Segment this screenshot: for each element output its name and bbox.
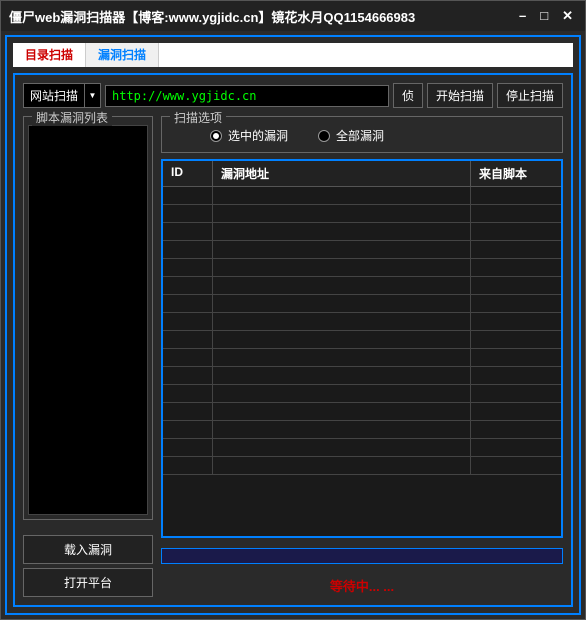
right-panel: 扫描选项 选中的漏洞 全部漏洞 [161,116,563,597]
table-row [163,349,561,367]
script-list[interactable] [28,125,148,515]
table-row [163,439,561,457]
maximize-icon[interactable]: □ [540,8,548,24]
table-row [163,223,561,241]
left-buttons: 载入漏洞 打开平台 [23,535,153,597]
radio-icon [210,130,222,142]
table-row [163,385,561,403]
table-row [163,421,561,439]
table-row [163,241,561,259]
tab-vuln-scan[interactable]: 漏洞扫描 [86,43,159,67]
top-toolbar: 网站扫描 ▼ 侦 开始扫描 停止扫描 [23,83,563,108]
tab-directory-scan[interactable]: 目录扫描 [13,43,86,67]
close-icon[interactable]: ✕ [562,8,573,24]
col-id[interactable]: ID [163,161,213,186]
scan-options-title: 扫描选项 [170,109,226,126]
table-row [163,259,561,277]
table-row [163,277,561,295]
main-area: 脚本漏洞列表 载入漏洞 打开平台 扫描选项 选中的漏 [23,116,563,597]
radio-label: 全部漏洞 [336,127,384,144]
radio-selected-vuln[interactable]: 选中的漏洞 [210,127,288,144]
col-address[interactable]: 漏洞地址 [213,161,471,186]
window-controls: – □ ✕ [519,8,581,24]
radio-group: 选中的漏洞 全部漏洞 [170,127,554,144]
detect-button[interactable]: 侦 [393,83,423,108]
status-text: 等待中... ... [161,570,563,597]
url-input[interactable] [105,85,389,107]
table-row [163,187,561,205]
table-row [163,313,561,331]
table-header: ID 漏洞地址 来自脚本 [163,161,561,187]
radio-all-vuln[interactable]: 全部漏洞 [318,127,384,144]
table-row [163,457,561,475]
scan-options-group: 扫描选项 选中的漏洞 全部漏洞 [161,116,563,153]
scan-mode-value: 网站扫描 [23,83,85,108]
table-row [163,205,561,223]
load-vuln-button[interactable]: 载入漏洞 [23,535,153,564]
chevron-down-icon[interactable]: ▼ [85,83,101,108]
progress-bar [161,548,563,564]
table-body[interactable] [163,187,561,536]
client-area: 目录扫描 漏洞扫描 网站扫描 ▼ 侦 开始扫描 停止扫描 脚本漏洞列表 [5,35,581,615]
table-row [163,295,561,313]
tab-bar: 目录扫描 漏洞扫描 [13,43,573,67]
script-list-title: 脚本漏洞列表 [32,109,112,126]
titlebar: 僵尸web漏洞扫描器【博客:www.ygjidc.cn】镜花水月QQ115466… [1,1,585,31]
radio-icon [318,130,330,142]
col-from-script[interactable]: 来自脚本 [471,161,561,186]
app-window: 僵尸web漏洞扫描器【博客:www.ygjidc.cn】镜花水月QQ115466… [0,0,586,620]
left-panel: 脚本漏洞列表 载入漏洞 打开平台 [23,116,153,597]
script-list-group: 脚本漏洞列表 [23,116,153,520]
table-row [163,367,561,385]
open-platform-button[interactable]: 打开平台 [23,568,153,597]
table-row [163,403,561,421]
scan-mode-select[interactable]: 网站扫描 ▼ [23,83,101,108]
radio-label: 选中的漏洞 [228,127,288,144]
stop-scan-button[interactable]: 停止扫描 [497,83,563,108]
table-row [163,331,561,349]
tab-body: 网站扫描 ▼ 侦 开始扫描 停止扫描 脚本漏洞列表 载入漏洞 打开平台 [13,73,573,607]
window-title: 僵尸web漏洞扫描器【博客:www.ygjidc.cn】镜花水月QQ115466… [5,7,415,26]
start-scan-button[interactable]: 开始扫描 [427,83,493,108]
minimize-icon[interactable]: – [519,8,526,24]
results-table: ID 漏洞地址 来自脚本 [161,159,563,538]
